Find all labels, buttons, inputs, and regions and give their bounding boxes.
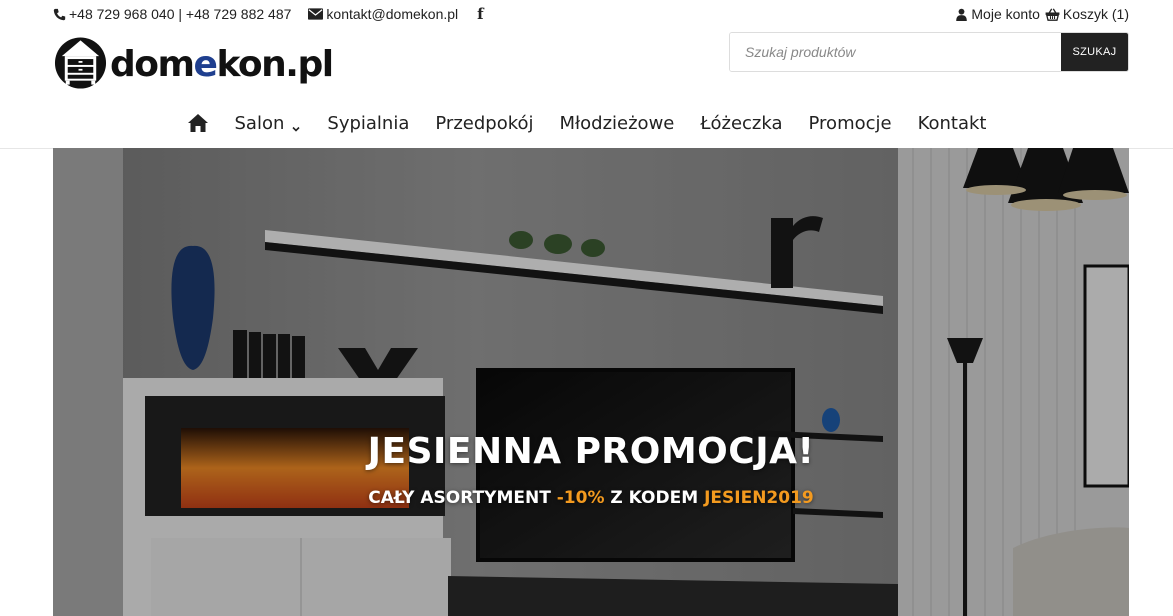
hero-subtitle-prefix: CAŁY ASORTYMENT [368, 488, 557, 508]
hero-dark-overlay [53, 148, 1129, 616]
nav-item-promocje[interactable]: Promocje [809, 113, 892, 134]
user-icon [955, 8, 968, 21]
top-bar: +48 729 968 040 | +48 729 882 487 kontak… [53, 0, 1129, 28]
email-contact[interactable]: kontakt@domekon.pl [308, 6, 458, 22]
search-button[interactable]: SZUKAJ [1061, 33, 1128, 71]
nav-item-lozeczka[interactable]: Łóżeczka [700, 113, 782, 134]
nav-home[interactable] [187, 113, 209, 133]
chevron-down-icon [291, 118, 301, 132]
main-navigation: Salon Sypialnia Przedpokój Młodzieżowe Ł… [0, 108, 1173, 138]
phone-numbers: +48 729 968 040 | +48 729 882 487 [69, 6, 292, 22]
nav-item-salon-label: Salon [234, 112, 285, 134]
nav-item-kontakt[interactable]: Kontakt [918, 113, 987, 134]
hero-promo-code: JESIEN2019 [704, 488, 814, 508]
hero-subtitle-mid: Z KODEM [604, 488, 705, 508]
hero-banner[interactable]: JESIENNA PROMOCJA! CAŁY ASORTYMENT -10% … [53, 148, 1129, 616]
site-logo[interactable]: domekon.pl [53, 31, 334, 93]
hero-subtitle: CAŁY ASORTYMENT -10% Z KODEM JESIEN2019 [53, 488, 1129, 508]
dresser-house-icon [53, 32, 108, 92]
product-search: SZUKAJ [729, 32, 1129, 72]
nav-item-przedpokoj[interactable]: Przedpokój [435, 113, 533, 134]
nav-item-mlodziezowe[interactable]: Młodzieżowe [560, 113, 675, 134]
account-link[interactable]: Moje konto [955, 6, 1040, 22]
home-icon [187, 113, 209, 133]
nav-item-salon[interactable]: Salon [235, 113, 302, 134]
hero-discount: -10% [556, 488, 605, 508]
nav-item-sypialnia[interactable]: Sypialnia [327, 113, 409, 134]
account-label: Moje konto [971, 6, 1040, 22]
envelope-icon [308, 8, 324, 20]
search-input[interactable] [730, 33, 1061, 71]
cart-label: Koszyk (1) [1062, 6, 1129, 22]
cart-link[interactable]: Koszyk (1) [1045, 6, 1129, 22]
logo-wordmark: domekon.pl [110, 43, 334, 85]
email-address: kontakt@domekon.pl [326, 6, 459, 22]
phone-icon [53, 8, 66, 21]
facebook-icon[interactable]: f [477, 5, 483, 23]
phone-contact[interactable]: +48 729 968 040 | +48 729 882 487 [53, 6, 291, 22]
hero-title: JESIENNA PROMOCJA! [367, 431, 815, 472]
basket-icon [1045, 7, 1060, 21]
